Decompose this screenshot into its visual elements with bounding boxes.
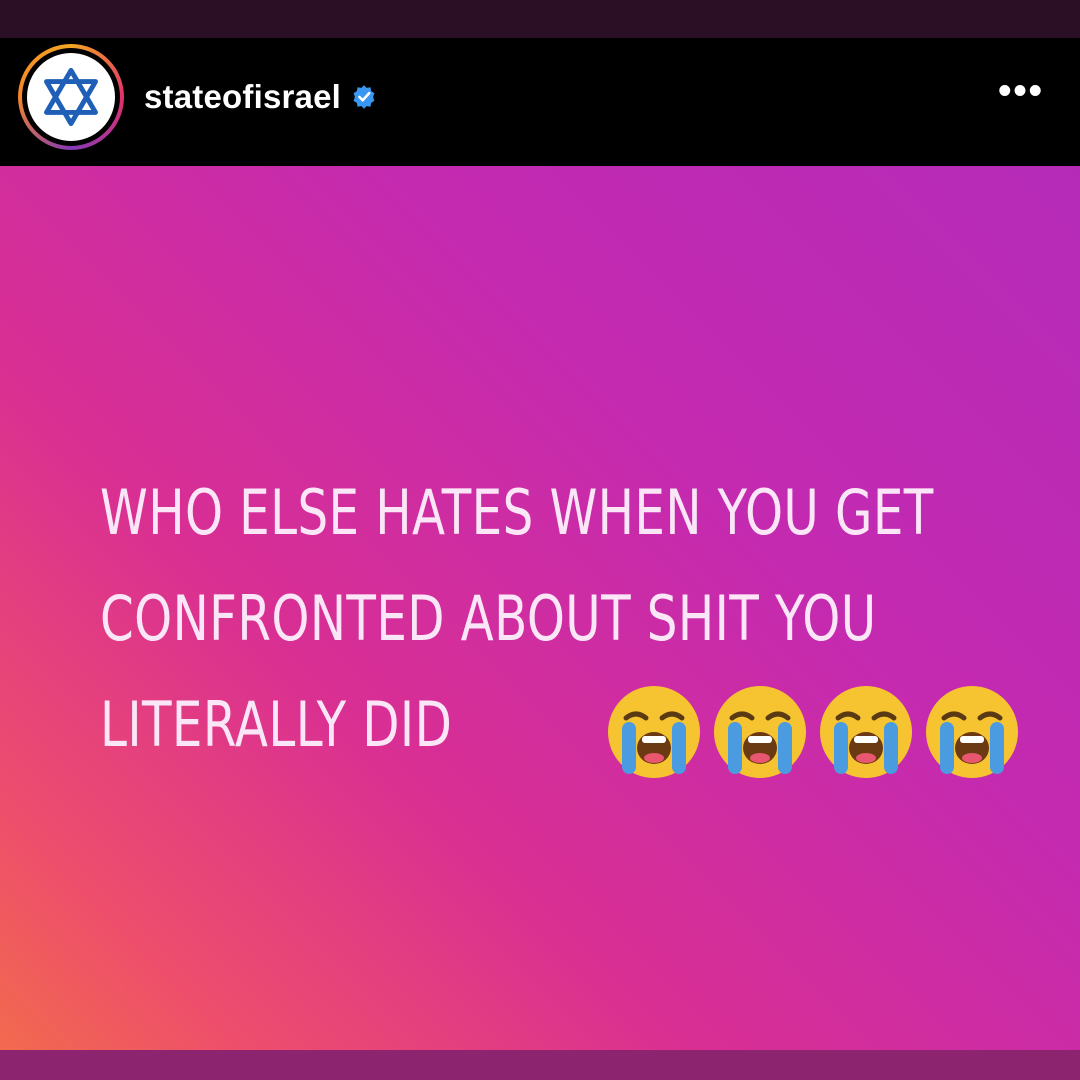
- story-line: CONFRONTED ABOUT SHIT YOU: [100, 582, 877, 655]
- avatar: [27, 53, 115, 141]
- bottom-border: [0, 1050, 1080, 1080]
- more-options-icon[interactable]: •••: [998, 72, 1044, 110]
- star-of-david-icon: [44, 67, 98, 127]
- loudly-crying-face-icon: [926, 686, 1018, 778]
- verified-badge-icon: [353, 85, 375, 109]
- loudly-crying-face-icon: [608, 686, 700, 778]
- loudly-crying-face-icon: [820, 686, 912, 778]
- story-line: WHO ELSE HATES WHEN YOU GET: [100, 476, 934, 549]
- top-border: [0, 0, 1080, 38]
- screenshot-frame: stateofisrael ••• WHO ELSE HATES WHEN YO…: [0, 0, 1080, 1080]
- emoji-row: [604, 682, 1022, 782]
- post-header: stateofisrael •••: [0, 38, 1080, 166]
- profile-avatar[interactable]: [18, 44, 124, 150]
- loudly-crying-face-icon: [714, 686, 806, 778]
- username[interactable]: stateofisrael: [144, 78, 341, 116]
